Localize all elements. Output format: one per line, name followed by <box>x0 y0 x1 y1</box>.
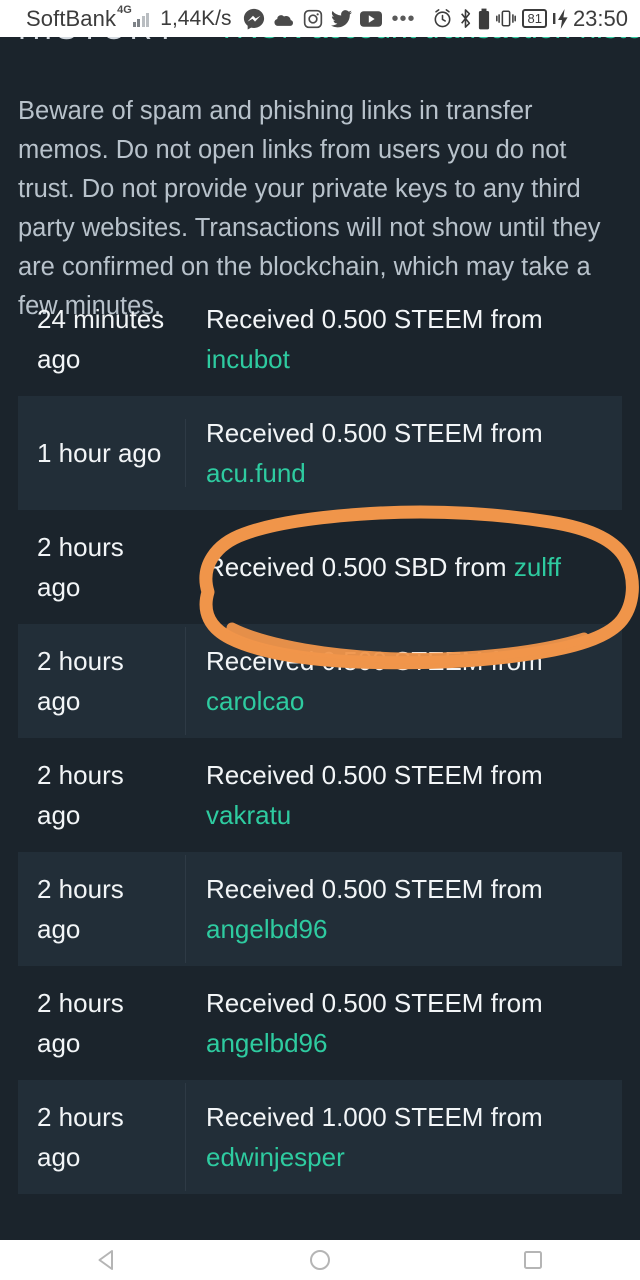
table-row[interactable]: 24 minutes ago Received 0.500 STEEM from … <box>18 282 622 396</box>
app-content: HISTORY TRON account transaction history… <box>0 37 640 1240</box>
home-button[interactable] <box>260 1240 380 1280</box>
recents-square-icon <box>520 1247 546 1273</box>
battery-percent-badge: 81 <box>522 9 547 28</box>
table-row[interactable]: 2 hours ago Received 0.500 STEEM from car… <box>18 624 622 738</box>
notification-icons-group: ••• <box>243 8 416 30</box>
transaction-description: Received 0.500 STEEM from carolcao <box>186 627 622 735</box>
transaction-description: Received 0.500 STEEM from angelbd96 <box>186 855 622 963</box>
data-speed-label: 1,44K/s <box>160 6 232 30</box>
sender-username-link[interactable]: acu.fund <box>206 458 306 488</box>
transaction-description: Received 0.500 STEEM from angelbd96 <box>186 969 622 1077</box>
transaction-time: 1 hour ago <box>18 419 186 487</box>
transaction-description: Received 0.500 STEEM from acu.fund <box>186 399 622 507</box>
transaction-description-text: Received 0.500 SBD from <box>206 552 514 582</box>
table-row-partial[interactable] <box>18 1194 622 1224</box>
table-row[interactable]: 2 hours ago Received 0.500 STEEM from vak… <box>18 738 622 852</box>
section-header: HISTORY TRON account transaction history… <box>0 37 640 63</box>
transaction-time <box>18 1204 186 1214</box>
table-row[interactable]: 2 hours ago Received 0.500 STEEM from ang… <box>18 966 622 1080</box>
transaction-description: Received 1.000 STEEM from edwinjesper <box>186 1083 622 1191</box>
transaction-description: Received 0.500 STEEM from vakratu <box>186 741 622 849</box>
header-subtitle-text: TRON account transaction history <box>218 37 640 45</box>
network-generation-label: 4G <box>117 4 132 16</box>
battery-icon <box>478 8 490 30</box>
table-row[interactable]: 2 hours ago Received 0.500 SBD from zulff <box>18 510 622 624</box>
transaction-time: 2 hours ago <box>37 760 124 830</box>
signal-strength-icon <box>132 10 150 27</box>
alarm-icon <box>432 8 453 29</box>
bluetooth-icon <box>459 8 472 29</box>
back-triangle-icon <box>94 1247 120 1273</box>
carrier-name: SoftBank <box>26 5 117 31</box>
transaction-description-text: Received 0.500 STEEM from <box>206 874 543 904</box>
transaction-description: Received 0.500 SBD from zulff <box>186 533 622 601</box>
transaction-history-table: 24 minutes ago Received 0.500 STEEM from … <box>0 282 640 1224</box>
transaction-description-text: Received 0.500 STEEM from <box>206 418 543 448</box>
transaction-description-text: Received 0.500 STEEM from <box>206 988 543 1018</box>
messenger-icon <box>243 8 265 30</box>
sender-username-link[interactable]: incubot <box>206 344 290 374</box>
table-row[interactable]: 1 hour ago Received 0.500 STEEM from acu.… <box>18 396 622 510</box>
transaction-description: Received 0.500 STEEM from incubot <box>186 285 622 393</box>
sender-username-link[interactable]: zulff <box>514 552 561 582</box>
twitter-icon <box>330 9 352 28</box>
transaction-description-text: Received 0.500 STEEM from <box>206 760 543 790</box>
sender-username-link[interactable]: angelbd96 <box>206 914 327 944</box>
status-bar: SoftBank 4G 1,44K/s ••• 81 23:50 <box>0 0 640 37</box>
transaction-description-text: Received 0.500 STEEM from <box>206 646 543 676</box>
status-clock: 23:50 <box>572 5 628 31</box>
transaction-description-text: Received 1.000 STEEM from <box>206 1102 543 1132</box>
transaction-time: 2 hours ago <box>18 1083 186 1191</box>
recents-button[interactable] <box>473 1240 593 1280</box>
instagram-icon <box>303 9 323 29</box>
transaction-time: 2 hours ago <box>37 988 124 1058</box>
youtube-icon <box>359 10 382 27</box>
header-subtitle[interactable]: TRON account transaction history ▾ <box>218 37 640 46</box>
sender-username-link[interactable]: carolcao <box>206 686 304 716</box>
page-title: HISTORY <box>18 37 179 47</box>
transaction-description <box>186 1204 622 1214</box>
transaction-description-text: Received 0.500 STEEM from <box>206 304 543 334</box>
table-row[interactable]: 2 hours ago Received 0.500 STEEM from ang… <box>18 852 622 966</box>
transaction-time: 2 hours ago <box>37 532 124 602</box>
home-circle-icon <box>307 1247 333 1273</box>
back-button[interactable] <box>47 1240 167 1280</box>
cloud-icon <box>273 11 295 27</box>
more-dots-icon: ••• <box>391 7 416 30</box>
charging-bolt-icon <box>552 8 569 29</box>
android-navigation-bar <box>0 1240 640 1280</box>
vibrate-icon <box>496 8 517 29</box>
transaction-time: 2 hours ago <box>18 855 186 963</box>
transaction-time: 2 hours ago <box>18 627 186 735</box>
sender-username-link[interactable]: vakratu <box>206 800 291 830</box>
sender-username-link[interactable]: edwinjesper <box>206 1142 345 1172</box>
system-icons-group: 81 <box>432 8 568 30</box>
sender-username-link[interactable]: angelbd96 <box>206 1028 327 1058</box>
transaction-time: 24 minutes ago <box>37 304 165 374</box>
table-row[interactable]: 2 hours ago Received 1.000 STEEM from edw… <box>18 1080 622 1194</box>
